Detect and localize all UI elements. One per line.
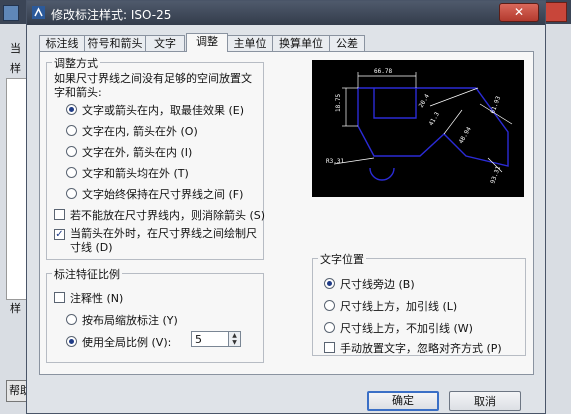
text-placement-radio[interactable] <box>324 322 335 333</box>
fit-option-label[interactable]: 文字在外, 箭头在内 (I) <box>82 144 192 160</box>
preview-canvas: 66.78 18.75 20.4 61.93 R3.31 41.3 48.94 … <box>312 60 524 197</box>
dialog-titlebar[interactable]: 修改标注样式: ISO-25 ✕ <box>27 1 545 25</box>
draw-dimline-checkbox[interactable]: ✓ <box>54 229 65 240</box>
tab-alternate-units[interactable]: 换算单位 <box>272 35 330 51</box>
tab-tolerances[interactable]: 公差 <box>329 35 365 51</box>
preview-dim-label: 61.93 <box>489 95 502 115</box>
suppress-arrows-checkbox[interactable] <box>54 209 65 220</box>
app-icon <box>3 5 19 21</box>
overall-scale-label[interactable]: 使用全局比例 (V): <box>82 334 171 350</box>
fit-option-label[interactable]: 文字在内, 箭头在外 (O) <box>82 123 198 139</box>
autocad-icon <box>32 6 45 19</box>
preview-dim-label: 41.3 <box>428 111 441 127</box>
preview-dimlines <box>333 72 513 173</box>
fit-option-radio[interactable] <box>66 125 77 136</box>
preview-dim-label: 20.4 <box>418 93 431 109</box>
tab-symbols-arrows[interactable]: 符号和箭头 <box>84 35 146 51</box>
preview-dim-label: 66.78 <box>374 68 392 75</box>
overall-scale-spinner[interactable]: 5 ▲ ▼ <box>191 331 241 347</box>
layout-scale-label[interactable]: 按布局缩放标注 (Y) <box>82 312 178 328</box>
layout-scale-radio[interactable] <box>66 314 77 325</box>
suppress-arrows-label[interactable]: 若不能放在尺寸界线内，则消除箭头 (S) <box>70 207 265 223</box>
tab-primary-units[interactable]: 主单位 <box>227 35 273 51</box>
annotative-label[interactable]: 注释性 (N) <box>70 290 123 306</box>
parent-label: 样 <box>10 302 21 315</box>
fit-option-radio[interactable] <box>66 104 77 115</box>
tab-lines[interactable]: 标注线 <box>39 35 85 51</box>
draw-dimline-label[interactable]: 当箭头在外时，在尺寸界线之间绘制尺寸线 (D) <box>70 227 260 255</box>
text-placement-radio[interactable] <box>324 278 335 289</box>
overall-scale-value[interactable]: 5 <box>195 333 202 346</box>
manual-placement-label[interactable]: 手动放置文字，忽略对齐方式 (P) <box>340 340 502 356</box>
text-placement-label[interactable]: 尺寸线上方，加引线 (L) <box>340 298 457 314</box>
fit-option-radio[interactable] <box>66 188 77 199</box>
preview-shape <box>357 87 509 181</box>
annotative-checkbox[interactable] <box>54 292 65 303</box>
group-title: 标注特征比例 <box>52 266 122 282</box>
ok-button[interactable]: 确定 <box>367 391 439 411</box>
modify-dimension-style-dialog: 修改标注样式: ISO-25 ✕ 标注线 符号和箭头 文字 调整 主单位 换算单… <box>26 0 546 414</box>
overall-scale-radio[interactable] <box>66 336 77 347</box>
group-title: 文字位置 <box>318 251 366 267</box>
spinner-arrows-icon[interactable]: ▲ ▼ <box>228 332 240 346</box>
preview-dim-label: R3.31 <box>326 158 344 165</box>
preview-dim-label: 93.31 <box>489 165 502 185</box>
fit-option-label[interactable]: 文字或箭头在内，取最佳效果 (E) <box>82 102 244 118</box>
parent-label: 样 <box>10 62 21 75</box>
preview-drawing: 66.78 18.75 20.4 61.93 R3.31 41.3 48.94 … <box>326 68 513 185</box>
preview-dim-label: 18.75 <box>335 94 342 112</box>
text-placement-label[interactable]: 尺寸线上方，不加引线 (W) <box>340 320 473 336</box>
fit-tab-panel: 调整方式 如果尺寸界线之间没有足够的空间放置文字和箭头: 文字或箭头在内，取最佳… <box>39 51 534 375</box>
fit-description: 如果尺寸界线之间没有足够的空间放置文字和箭头: <box>54 72 252 99</box>
manual-placement-checkbox[interactable] <box>324 342 335 353</box>
fit-option-label[interactable]: 文字始终保持在尺寸界线之间 (F) <box>82 186 243 202</box>
text-placement-radio[interactable] <box>324 300 335 311</box>
dialog-title: 修改标注样式: ISO-25 <box>51 8 172 22</box>
text-placement-label[interactable]: 尺寸线旁边 (B) <box>340 276 415 292</box>
group-title: 调整方式 <box>52 55 100 71</box>
preview-dim-label: 48.94 <box>458 126 473 145</box>
tab-text[interactable]: 文字 <box>145 35 185 51</box>
cancel-button[interactable]: 取消 <box>449 391 521 411</box>
fit-option-label[interactable]: 文字和箭头均在外 (T) <box>82 165 189 181</box>
parent-label: 当 <box>10 42 21 55</box>
fit-option-radio[interactable] <box>66 167 77 178</box>
close-button[interactable]: ✕ <box>499 3 539 22</box>
tab-fit[interactable]: 调整 <box>186 33 228 52</box>
fit-option-radio[interactable] <box>66 146 77 157</box>
